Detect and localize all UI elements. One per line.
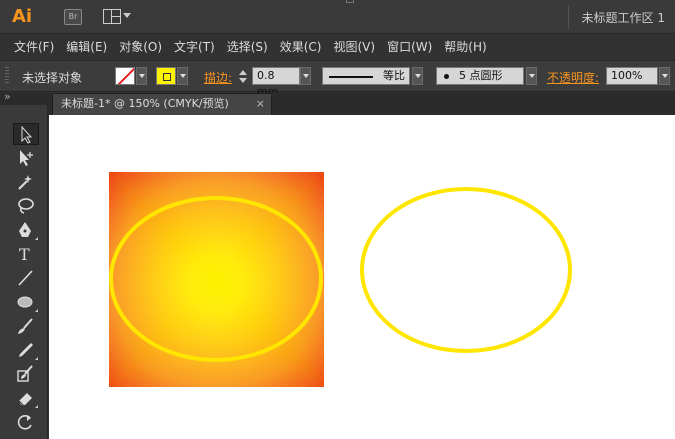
blob-brush-tool-icon: [17, 365, 33, 382]
eraser-tool-button[interactable]: [13, 387, 39, 409]
stroke-color-swatch[interactable]: [156, 67, 176, 85]
brush-definition-select[interactable]: 5 点圆形: [436, 67, 524, 85]
more-tools-indicator: [35, 237, 38, 240]
eraser-tool-icon: [18, 393, 32, 406]
close-icon[interactable]: ×: [256, 94, 265, 114]
pencil-tool-icon: [19, 343, 33, 357]
selection-tool-button[interactable]: [13, 123, 39, 145]
document-tab-bar: 未标题-1* @ 150% (CMYK/预览) ×: [48, 93, 675, 115]
pen-tool-icon: [19, 222, 31, 237]
line-tool-icon: [18, 270, 33, 286]
profile-dropdown-button[interactable]: [412, 67, 423, 85]
artboard-canvas[interactable]: [49, 115, 675, 439]
stroke-panel-link[interactable]: 描边:: [204, 69, 232, 86]
paintbrush-tool-icon: [18, 318, 33, 334]
selection-status: 未选择对象: [22, 71, 83, 85]
tools-panel: T: [0, 90, 48, 439]
stroke-line-icon: [329, 76, 373, 78]
more-tools-indicator: [35, 405, 38, 408]
workspace-switcher[interactable]: 未标题工作区 1: [582, 9, 665, 26]
paintbrush-tool-button[interactable]: [13, 315, 39, 337]
menu-window[interactable]: 窗口(W): [387, 38, 432, 55]
direct-selection-tool-button[interactable]: [13, 147, 39, 169]
menu-type[interactable]: 文字(T): [174, 38, 215, 55]
selection-tool-icon: [21, 126, 33, 144]
more-tools-indicator: [35, 357, 38, 360]
rotate-tool-icon: [17, 415, 32, 430]
opacity-dropdown-button[interactable]: [659, 67, 670, 85]
brush-label: 5 点圆形: [459, 69, 503, 82]
variable-width-profile-select[interactable]: 等比: [322, 67, 410, 85]
menu-file[interactable]: 文件(F): [14, 38, 54, 55]
fill-dropdown-button[interactable]: [136, 67, 147, 85]
document-tab-title: 未标题-1* @ 150% (CMYK/预览): [61, 97, 229, 110]
menu-effect[interactable]: 效果(C): [280, 38, 322, 55]
menu-bar: 文件(F) 编辑(E) 对象(O) 文字(T) 选择(S) 效果(C) 视图(V…: [0, 34, 675, 58]
pen-tool-button[interactable]: [13, 219, 39, 241]
divider: [568, 5, 569, 29]
direct-selection-tool-icon: [20, 150, 33, 166]
title-bar: Ai Br 未标题工作区 1: [0, 0, 675, 34]
menu-object[interactable]: 对象(O): [119, 38, 162, 55]
opacity-input[interactable]: 100%: [606, 67, 658, 85]
control-bar: 未选择对象 描边: 0.8 mm 等比 5 点圆形 不透明度: 100%: [0, 60, 675, 98]
fill-color-swatch[interactable]: [115, 67, 135, 85]
menu-view[interactable]: 视图(V): [333, 38, 375, 55]
mesh-highlight-b: [109, 172, 324, 387]
brush-dot-icon: [444, 74, 449, 79]
stroke-weight-stepper[interactable]: [236, 68, 250, 86]
panel-grip-icon[interactable]: [5, 67, 9, 85]
bridge-button[interactable]: Br: [64, 9, 82, 25]
app-logo: Ai: [12, 6, 33, 27]
lasso-tool-icon: [18, 198, 34, 214]
stroke-dropdown-button[interactable]: [177, 67, 188, 85]
document-tab[interactable]: 未标题-1* @ 150% (CMYK/预览) ×: [52, 93, 272, 115]
ellipse-tool-button[interactable]: [13, 291, 39, 313]
type-tool-icon: T: [19, 245, 30, 263]
artwork-svg: [109, 172, 572, 387]
pencil-tool-button[interactable]: [13, 339, 39, 361]
svg-text:T: T: [19, 245, 30, 263]
magic-wand-tool-icon: [18, 175, 32, 190]
blob-brush-tool-button[interactable]: [13, 363, 39, 385]
window-handle-icon: [346, 0, 354, 3]
yellow-ellipse[interactable]: [360, 187, 572, 353]
lasso-tool-button[interactable]: [13, 195, 39, 217]
stroke-weight-input[interactable]: 0.8 mm: [252, 67, 300, 98]
stroke-weight-dropdown[interactable]: [300, 67, 311, 85]
more-tools-indicator: [35, 309, 38, 312]
stroke-profile-label: 等比: [383, 69, 405, 82]
type-tool-button[interactable]: T: [13, 243, 39, 265]
menu-help[interactable]: 帮助(H): [444, 38, 486, 55]
magic-wand-tool-button[interactable]: [13, 171, 39, 193]
menu-select[interactable]: 选择(S): [227, 38, 268, 55]
opacity-panel-link[interactable]: 不透明度:: [547, 69, 599, 86]
ellipse-tool-icon: [17, 296, 33, 308]
arrange-documents-button[interactable]: [103, 9, 131, 25]
rotate-tool-button[interactable]: [13, 411, 39, 433]
arrange-documents-icon: [103, 9, 121, 24]
menu-edit[interactable]: 编辑(E): [66, 38, 107, 55]
collapse-panel-icon[interactable]: [0, 90, 48, 105]
brush-dropdown-button[interactable]: [526, 67, 537, 85]
chevron-down-icon: [123, 13, 131, 18]
line-tool-button[interactable]: [13, 267, 39, 289]
